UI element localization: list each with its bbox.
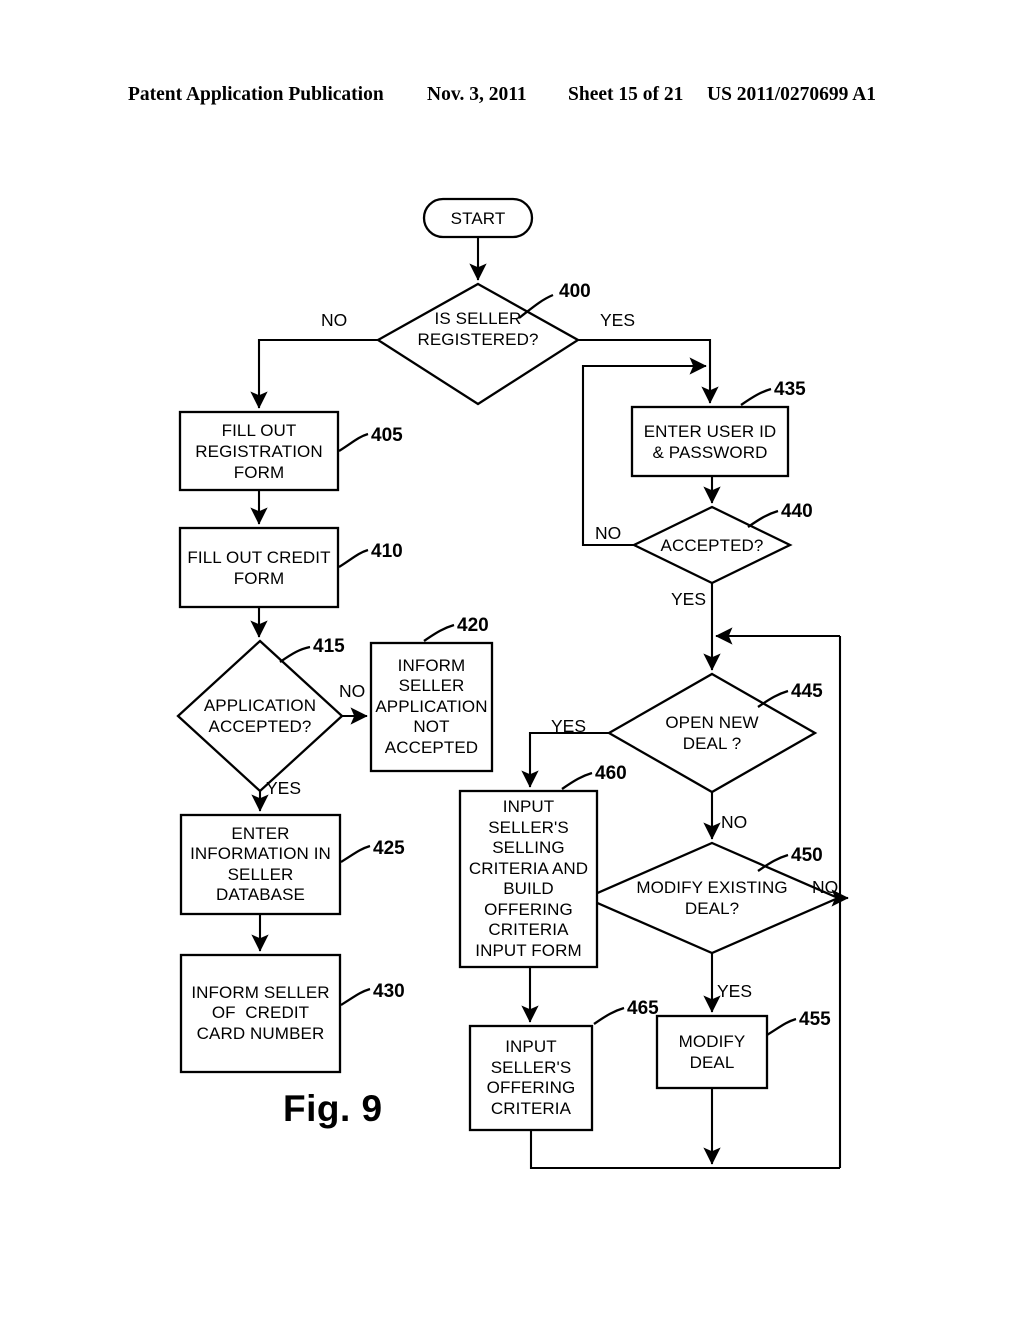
- node-400-shape: [375, 282, 581, 406]
- leader-445: [757, 689, 789, 708]
- leader-400: [518, 293, 554, 319]
- leader-460: [561, 771, 593, 790]
- node-start-shape: [422, 197, 534, 239]
- edge-400-yes-to-435: [578, 338, 719, 404]
- edge-465-to-bottom-rail: [529, 1130, 840, 1170]
- node-430-shape: [179, 953, 342, 1074]
- leader-405: [338, 432, 369, 452]
- leader-465: [593, 1006, 625, 1025]
- node-435-shape: [630, 405, 790, 478]
- node-425-shape: [179, 813, 342, 916]
- leader-420: [423, 623, 455, 642]
- leader-410: [338, 548, 369, 568]
- leader-425: [340, 844, 371, 863]
- node-455-shape: [655, 1014, 769, 1090]
- node-415-shape: [176, 639, 344, 793]
- leader-415: [279, 645, 311, 663]
- node-420-shape: [369, 641, 494, 773]
- edge-445-yes-to-460: [521, 731, 609, 788]
- node-440-shape: [631, 505, 793, 585]
- leader-435: [740, 387, 772, 406]
- node-450-shape: [583, 841, 841, 955]
- flowchart-diagram: [176, 197, 849, 1170]
- leader-440: [747, 509, 779, 528]
- leader-430: [340, 987, 371, 1006]
- patent-figure-page: Patent Application Publication Nov. 3, 2…: [0, 0, 1024, 1320]
- node-460-shape: [458, 789, 599, 969]
- leader-455: [766, 1017, 797, 1036]
- node-465-shape: [468, 1024, 594, 1132]
- node-405-shape: [178, 410, 340, 492]
- figure-label: Fig. 9: [283, 1088, 383, 1129]
- edge-400-no-to-405: [250, 338, 378, 409]
- node-410-shape: [178, 526, 340, 609]
